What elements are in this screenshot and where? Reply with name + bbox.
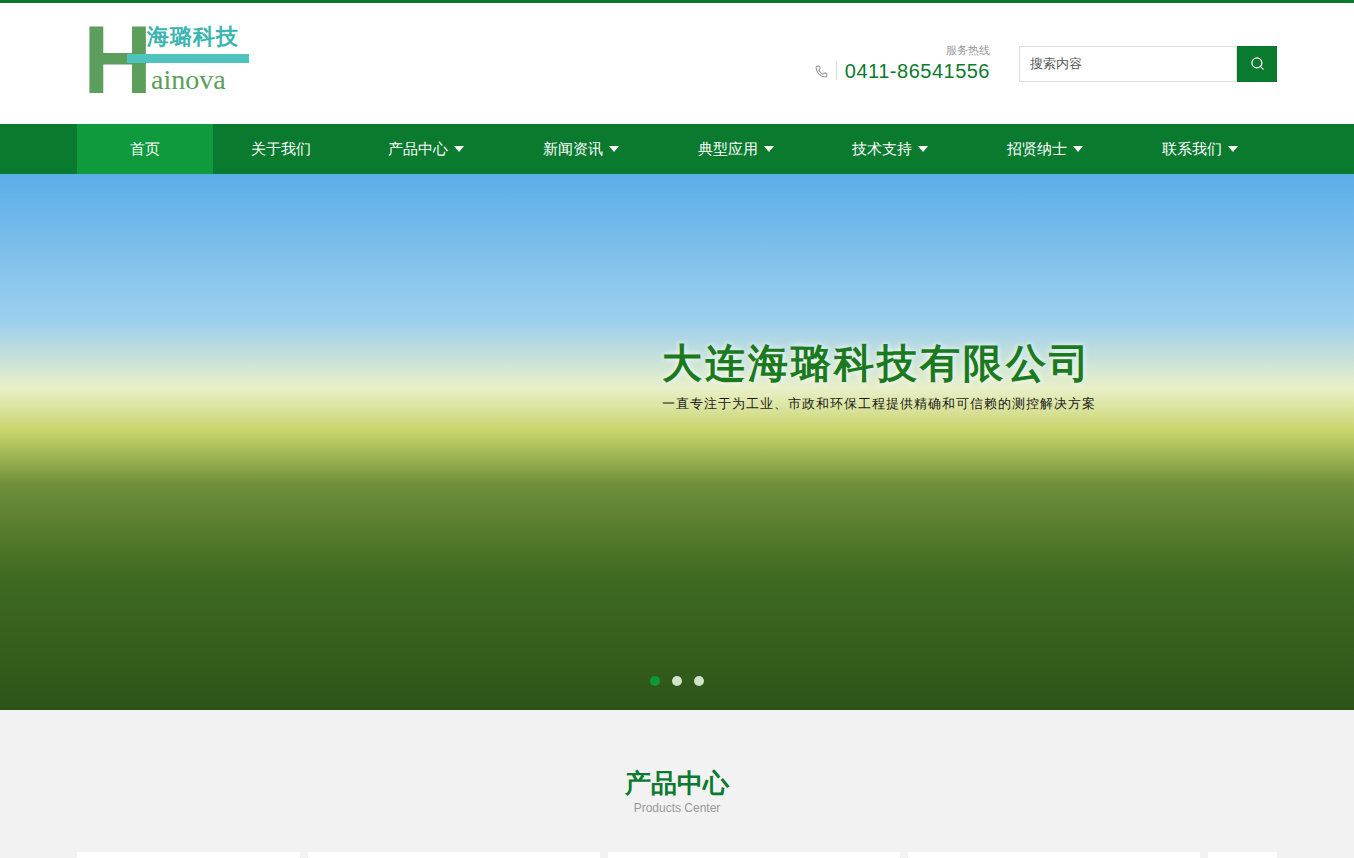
product-card[interactable] — [308, 852, 600, 858]
caret-down-icon — [454, 146, 464, 153]
product-card[interactable] — [77, 852, 300, 858]
products-section: 产品中心Products Center — [0, 710, 1354, 858]
hotline-number[interactable]: 0411-86541556 — [845, 58, 990, 84]
nav-item[interactable]: 产品中心 — [349, 124, 504, 174]
page: H海璐科技ainova服务热线0411-86541556首页关于我们产品中心新闻… — [0, 0, 1354, 858]
banner-title: 大连海璐科技有限公司 — [662, 340, 1092, 386]
search-bar — [1019, 46, 1277, 82]
banner: 大连海璐科技有限公司一直专注于为工业、市政和环保工程提供精确和可信赖的测控解决方… — [0, 174, 1354, 710]
product-card[interactable] — [908, 852, 1200, 858]
nav-item[interactable]: 新闻资讯 — [504, 124, 659, 174]
nav-item[interactable]: 首页 — [77, 124, 213, 174]
main-nav: 首页关于我们产品中心新闻资讯典型应用技术支持招贤纳士联系我们 — [0, 124, 1354, 174]
banner-dots — [0, 676, 1354, 686]
nav-item[interactable]: 技术支持 — [813, 124, 968, 174]
header: H海璐科技ainova 服务热线0411-86541556 — [0, 3, 1354, 124]
search-icon — [1250, 56, 1265, 71]
caret-down-icon — [1073, 146, 1083, 153]
products-title: 产品中心 — [625, 766, 729, 800]
phone-icon — [815, 65, 828, 78]
search-input[interactable] — [1019, 46, 1237, 82]
caret-down-icon — [918, 146, 928, 153]
caret-down-icon — [764, 146, 774, 153]
logo[interactable]: H海璐科技ainova — [83, 26, 258, 101]
banner-subtitle: 一直专注于为工业、市政和环保工程提供精确和可信赖的测控解决方案 — [662, 396, 1096, 412]
product-card[interactable] — [608, 852, 900, 858]
banner-dot[interactable] — [694, 676, 704, 686]
banner-dot[interactable] — [650, 676, 660, 686]
search-button[interactable] — [1237, 46, 1277, 82]
caret-down-icon — [1228, 146, 1238, 153]
banner-dot[interactable] — [672, 676, 682, 686]
product-card[interactable] — [1208, 852, 1277, 858]
caret-down-icon — [609, 146, 619, 153]
hotline: 服务热线0411-86541556 — [815, 43, 990, 84]
nav-item[interactable]: 典型应用 — [658, 124, 813, 174]
nav-item[interactable]: 关于我们 — [213, 124, 349, 174]
hotline-label: 服务热线 — [946, 43, 990, 57]
nav-item[interactable]: 招贤纳士 — [968, 124, 1123, 174]
nav-item[interactable]: 联系我们 — [1122, 124, 1277, 174]
products-subtitle: Products Center — [634, 800, 721, 816]
